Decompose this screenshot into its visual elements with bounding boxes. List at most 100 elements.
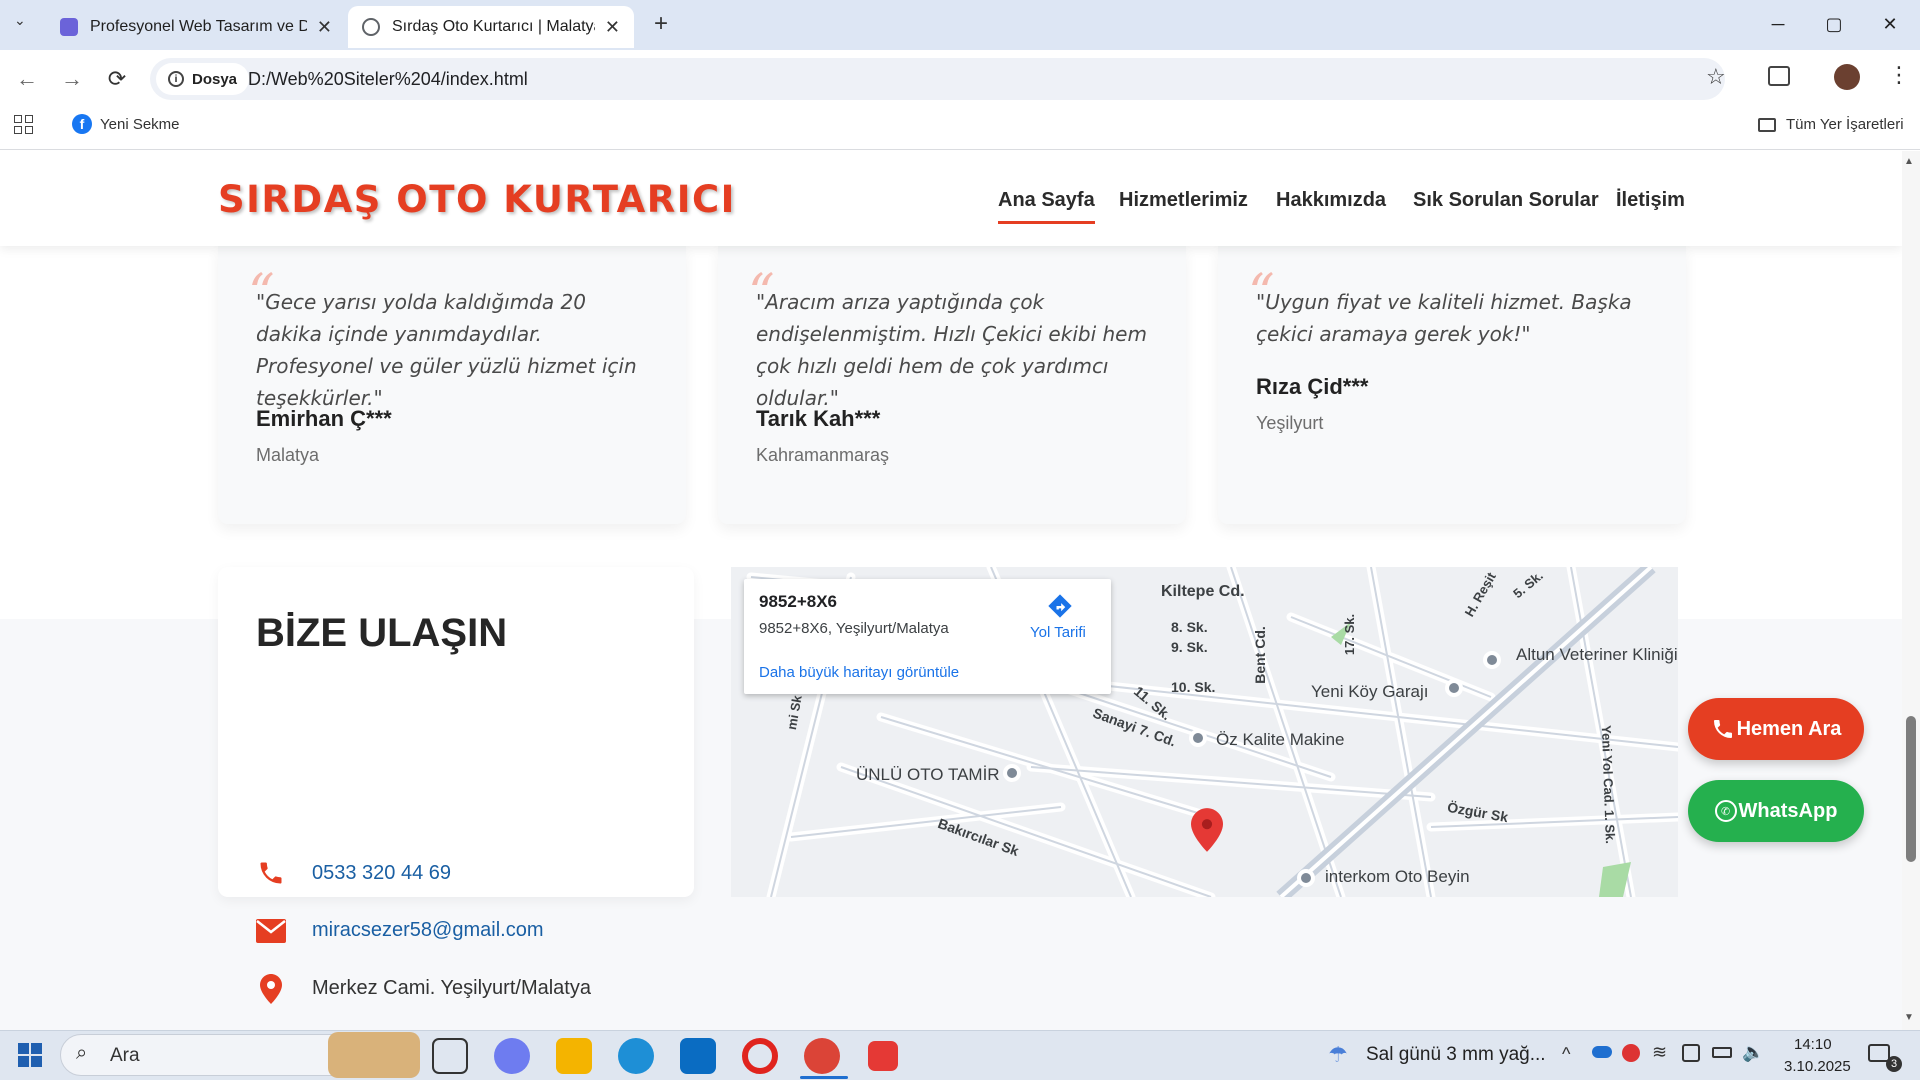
weather-text[interactable]: Sal günü 3 mm yağ...	[1366, 1044, 1546, 1066]
scroll-down-icon[interactable]: ▼	[1904, 1012, 1914, 1023]
chip-label: Dosya	[192, 70, 238, 88]
nav-ana-sayfa[interactable]: Ana Sayfa	[998, 189, 1095, 224]
outlook-icon[interactable]	[680, 1038, 716, 1074]
search-icon: ⌕	[76, 1042, 88, 1064]
map-place-label[interactable]: Yeni Köy Garajı	[1311, 682, 1429, 702]
clock-date[interactable]: 3.10.2025	[1784, 1058, 1851, 1075]
envelope-icon	[256, 916, 286, 946]
minimize-button[interactable]: ─	[1750, 0, 1806, 48]
testimonial-city: Kahramanmaraş	[756, 445, 890, 465]
wifi-icon[interactable]: ≋	[1652, 1042, 1667, 1063]
site-header: SIRDAŞ OTO KURTARICI Ana Sayfa Hizmetler…	[0, 151, 1902, 246]
tab-search-button[interactable]: ⌄	[14, 12, 26, 29]
profile-avatar[interactable]	[1834, 64, 1860, 90]
map-place-pin-icon[interactable]	[1189, 729, 1207, 747]
contact-phone-link[interactable]: 0533 320 44 69	[312, 862, 451, 885]
site-logo[interactable]: SIRDAŞ OTO KURTARICI	[218, 178, 736, 221]
map-place-label[interactable]: interkom Oto Beyin	[1325, 867, 1470, 887]
map-place-label[interactable]: ÜNLÜ OTO TAMİR	[856, 765, 1000, 785]
scroll-up-icon[interactable]: ▲	[1904, 156, 1914, 167]
whatsapp-button[interactable]: ✆ WhatsApp	[1688, 780, 1864, 842]
testimonial-quote: "Uygun fiyat ve kaliteli hizmet. Başka ç…	[1256, 290, 1632, 346]
all-bookmarks[interactable]: Tüm Yer İşaretleri	[1786, 116, 1904, 133]
url-text[interactable]: D:/Web%20Siteler%204/index.html	[248, 69, 528, 90]
map-place-pin-icon[interactable]	[1483, 651, 1501, 669]
task-view-icon[interactable]	[432, 1038, 468, 1074]
taskbar-search-label: Ara	[110, 1045, 140, 1066]
back-button[interactable]: ←	[12, 64, 42, 94]
map-place-pin-icon[interactable]	[1003, 764, 1021, 782]
volume-icon[interactable]: 🔈	[1742, 1042, 1764, 1063]
map-street-label: Kiltepe Cd.	[1161, 583, 1245, 600]
map-street-label: 9. Sk.	[1171, 639, 1208, 655]
testimonial-card: “ "Uygun fiyat ve kaliteli hizmet. Başka…	[1218, 246, 1686, 524]
extensions-icon[interactable]	[1768, 66, 1790, 86]
phone-icon	[1713, 720, 1732, 738]
map-place-pin-icon[interactable]	[1445, 679, 1463, 697]
location-pin-icon	[256, 974, 286, 1004]
clock-time[interactable]: 14:10	[1794, 1036, 1832, 1053]
call-button-label: Hemen Ara	[1736, 717, 1842, 740]
phone-icon	[256, 858, 286, 888]
map-street-label: 17. Sk.	[1342, 613, 1358, 656]
contact-title: BİZE ULAŞIN	[256, 611, 508, 655]
nav-hizmetlerimiz[interactable]: Hizmetlerimiz	[1119, 189, 1248, 212]
testimonial-quote: "Aracım arıza yaptığında çok endişelenmi…	[756, 290, 1147, 410]
bookmark-star-icon[interactable]: ☆	[1706, 64, 1726, 90]
contact-address: Merkez Cami. Yeşilyurt/Malatya	[312, 977, 591, 999]
device-icon[interactable]	[1682, 1044, 1700, 1062]
map-place-label[interactable]: Öz Kalite Makine	[1216, 730, 1345, 750]
opera-icon[interactable]	[742, 1038, 778, 1074]
close-window-button[interactable]: ✕	[1862, 0, 1918, 48]
notification-count-badge: 3	[1886, 1056, 1902, 1072]
testimonial-author: Tarık Kah***	[756, 406, 881, 431]
testimonial-card: “ "Gece yarısı yolda kaldığımda 20 dakik…	[218, 246, 686, 524]
new-tab-button[interactable]: +	[654, 10, 668, 38]
apps-grid-icon[interactable]	[14, 115, 33, 134]
nav-sss[interactable]: Sık Sorulan Sorular	[1413, 189, 1599, 212]
testimonial-city: Malatya	[256, 445, 320, 465]
tab-sirdas-active[interactable]: Sırdaş Oto Kurtarıcı | Malatya | ✕	[348, 6, 634, 48]
testimonial-city: Yeşilyurt	[1256, 413, 1324, 433]
site-info-chip[interactable]: i Dosya	[156, 63, 250, 95]
battery-icon[interactable]	[1712, 1047, 1732, 1058]
map-place-pin-icon[interactable]	[1297, 869, 1315, 887]
menu-icon[interactable]: ⋮	[1888, 62, 1910, 88]
status-icon[interactable]	[1622, 1044, 1640, 1062]
larger-map-link[interactable]: Daha büyük haritayı görüntüle	[759, 664, 959, 681]
map-place-label[interactable]: Altun Veteriner Kliniği	[1516, 645, 1678, 665]
close-tab-icon[interactable]: ✕	[317, 17, 332, 38]
chrome-icon[interactable]	[804, 1038, 840, 1074]
page-scrollbar[interactable]	[1902, 151, 1920, 1030]
windows-start-icon[interactable]	[18, 1043, 42, 1067]
map-address: 9852+8X6, Yeşilyurt/Malatya	[759, 620, 949, 637]
edge-icon[interactable]	[618, 1038, 654, 1074]
active-app-indicator	[800, 1076, 848, 1079]
contact-email-link[interactable]: miracsezer58@gmail.com	[312, 919, 543, 942]
app-icon[interactable]	[868, 1041, 898, 1071]
map-street-label: 10. Sk.	[1171, 679, 1216, 695]
testimonial-card: “ "Aracım arıza yaptığında çok endişelen…	[718, 246, 1186, 524]
close-tab-icon[interactable]: ✕	[605, 17, 620, 38]
reload-button[interactable]: ⟳	[102, 64, 132, 94]
map-marker-icon[interactable]	[1191, 807, 1223, 853]
folder-icon	[1758, 118, 1776, 132]
globe-icon	[362, 18, 380, 36]
tab-title: Profesyonel Web Tasarım ve Dij	[90, 18, 307, 35]
show-hidden-icons[interactable]: ^	[1562, 1044, 1570, 1065]
file-explorer-icon[interactable]	[556, 1038, 592, 1074]
forward-button[interactable]: →	[57, 64, 87, 94]
nav-iletisim[interactable]: İletişim	[1616, 189, 1685, 212]
bookmark-new-tab[interactable]: Yeni Sekme	[100, 116, 180, 133]
nav-hakkimizda[interactable]: Hakkımızda	[1276, 189, 1386, 212]
maximize-button[interactable]: ▢	[1806, 0, 1862, 48]
scrollbar-thumb[interactable]	[1906, 716, 1916, 862]
onedrive-icon[interactable]	[1592, 1046, 1612, 1058]
directions-link[interactable]: Yol Tarifi	[1030, 624, 1086, 641]
call-now-button[interactable]: Hemen Ara	[1688, 698, 1864, 760]
copilot-icon[interactable]	[494, 1038, 530, 1074]
tab-web-design[interactable]: Profesyonel Web Tasarım ve Dij ✕	[46, 6, 346, 48]
whatsapp-icon: ✆	[1714, 800, 1737, 822]
directions-icon[interactable]	[1046, 592, 1074, 620]
tab-favicon-icon	[60, 18, 78, 36]
